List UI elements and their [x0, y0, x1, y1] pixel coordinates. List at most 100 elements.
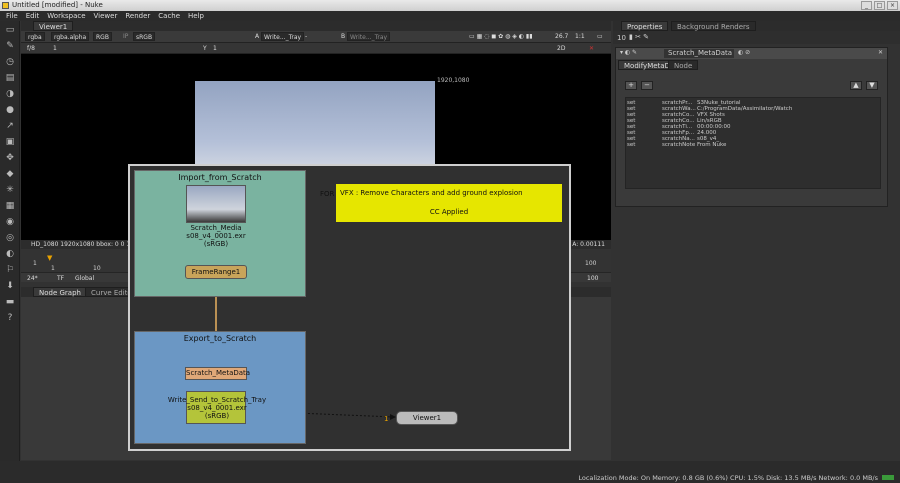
- remove-row-button[interactable]: −: [641, 81, 653, 90]
- playhead-icon[interactable]: ▼: [47, 254, 52, 262]
- viewer-controls-bottom: f/8 1 Y 1 2D ✕: [21, 43, 611, 54]
- tab-node[interactable]: Node: [668, 60, 699, 70]
- node-header-icons[interactable]: ▾ ◐ ✎: [620, 49, 637, 56]
- toolsets-tool-icon[interactable]: ◐: [4, 248, 16, 260]
- input-b-select[interactable]: Write..._Tray: [347, 32, 391, 41]
- sticky-note-line1: VFX : Remove Characters and add ground e…: [340, 189, 523, 197]
- plugins-tool-icon[interactable]: ▬: [4, 296, 16, 308]
- image-tool-icon[interactable]: ▭: [4, 24, 16, 36]
- menu-file[interactable]: File: [6, 11, 18, 21]
- tab-viewer1[interactable]: Viewer1: [33, 21, 74, 31]
- 3d-tool-icon[interactable]: ◆: [4, 168, 16, 180]
- viewer-lut-select[interactable]: sRGB: [133, 32, 156, 41]
- other-tool-icon[interactable]: ⚐: [4, 264, 16, 276]
- keyer-tool-icon[interactable]: ↗: [4, 120, 16, 132]
- nuke-logo-icon: [2, 2, 9, 9]
- frame-end-a[interactable]: 100: [585, 260, 596, 267]
- node-graph-zoom[interactable]: Import_from_Scratch Export_to_Scratch Sc…: [128, 164, 571, 451]
- metadata-row[interactable]: set scratchNote From Nuke: [627, 142, 879, 148]
- color-tool-icon[interactable]: ◑: [4, 88, 16, 100]
- read-node-scratch-media[interactable]: Scratch_Media s08_v4_0001.exr (sRGB): [186, 185, 246, 253]
- input-a-label: A: [255, 33, 260, 40]
- compare-mode-select[interactable]: -: [303, 32, 309, 41]
- properties-tools-icons[interactable]: ▮ ✂ ✎: [629, 33, 649, 41]
- pixel-info: A: 0.00111: [572, 241, 605, 248]
- title-bar: Untitled [modified] - Nuke: [0, 0, 900, 11]
- move-up-button[interactable]: ▲: [850, 81, 862, 90]
- time-tool-icon[interactable]: ◷: [4, 56, 16, 68]
- max-panels-value[interactable]: 10: [617, 34, 626, 42]
- menu-edit[interactable]: Edit: [26, 11, 40, 21]
- metadata-table[interactable]: set scratchPr... S3Nuke_tutorial set scratch…: [625, 97, 881, 189]
- channel-tool-icon[interactable]: ▤: [4, 72, 16, 84]
- draw-tool-icon[interactable]: ✎: [4, 40, 16, 52]
- window-controls: _ □ ×: [861, 1, 898, 10]
- ratio-select[interactable]: 1:1: [573, 32, 587, 41]
- channels-select[interactable]: rgba: [25, 32, 45, 41]
- menu-render[interactable]: Render: [125, 11, 150, 21]
- viewer-close-icon[interactable]: ✕: [587, 44, 596, 53]
- tab-node-graph[interactable]: Node Graph: [33, 287, 87, 297]
- merge-tool-icon[interactable]: ▣: [4, 136, 16, 148]
- move-down-button[interactable]: ▼: [866, 81, 878, 90]
- menu-cache[interactable]: Cache: [158, 11, 180, 21]
- add-row-button[interactable]: +: [625, 81, 637, 90]
- particles-tool-icon[interactable]: ✳: [4, 184, 16, 196]
- range-select[interactable]: Global: [73, 274, 96, 283]
- node-toolbar: ▭ ✎ ◷ ▤ ◑ ● ↗ ▣ ✥ ◆ ✳ ▦ ◉ ◎ ◐ ⚐ ⬇ ▬ ?: [0, 21, 20, 461]
- read-node-thumbnail: [186, 185, 246, 223]
- metadata-tool-icon[interactable]: ◉: [4, 216, 16, 228]
- viewer1-node[interactable]: Viewer1: [396, 411, 458, 425]
- display-channel-select[interactable]: RGB: [93, 32, 112, 41]
- menu-viewer[interactable]: Viewer: [94, 11, 118, 21]
- read-node-file: s08_v4_0001.exr: [186, 232, 246, 240]
- viewer-controls-top: rgba rgba.alpha RGB IP sRGB A Write..._T…: [21, 31, 611, 43]
- transform-tool-icon[interactable]: ✥: [4, 152, 16, 164]
- node-header-buttons[interactable]: ◐ ⊘: [738, 49, 750, 56]
- filter-tool-icon[interactable]: ●: [4, 104, 16, 116]
- viewer-tab-bar: Viewer1: [21, 21, 611, 31]
- tf-select[interactable]: TF: [55, 274, 66, 283]
- metadata-node[interactable]: Scratch_MetaData: [185, 367, 250, 380]
- minimize-icon[interactable]: _: [861, 1, 872, 10]
- status-bar: Localization Mode: On Memory: 0.8 GB (0.…: [0, 461, 900, 483]
- properties-toolbar: 10 ▮ ✂ ✎: [613, 31, 900, 44]
- menu-workspace[interactable]: Workspace: [47, 11, 85, 21]
- gamma-value[interactable]: 1: [211, 44, 219, 53]
- views-tool-icon[interactable]: ◎: [4, 232, 16, 244]
- frame-end-b[interactable]: 100: [585, 274, 600, 283]
- node-name-field[interactable]: Scratch_MetaData: [664, 49, 734, 58]
- maximize-icon[interactable]: □: [874, 1, 885, 10]
- tab-background-renders[interactable]: Background Renders: [671, 21, 756, 31]
- panel-close-icon[interactable]: ✕: [878, 49, 883, 56]
- properties-panel: ▾ ◐ ✎ Scratch_MetaData ◐ ⊘ ✕ ModifyMetaD…: [615, 47, 888, 207]
- fps-select[interactable]: 24*: [25, 274, 40, 283]
- tick-label-10: 10: [93, 265, 101, 272]
- alpha-channel-select[interactable]: rgba.alpha: [51, 32, 90, 41]
- input-a-select[interactable]: Write..._Tray: [261, 32, 305, 41]
- viewer-icons[interactable]: ▭ ▦ ◌ ◼ ✿ ◍ ◈ ◐ ▮▮: [467, 32, 535, 41]
- read-node-label: Scratch_Media s08_v4_0001.exr (sRGB): [172, 224, 260, 248]
- fstop-label[interactable]: f/8: [25, 44, 37, 53]
- close-icon[interactable]: ×: [887, 1, 898, 10]
- write-node-file: s08_v4_0001.exr: [187, 404, 247, 412]
- zoom-select[interactable]: 26.7: [553, 32, 570, 41]
- menu-bar: File Edit Workspace Viewer Render Cache …: [0, 11, 900, 21]
- view-mode-select[interactable]: 2D: [555, 44, 567, 53]
- viewer-input-number: 1: [384, 415, 389, 423]
- gain-value[interactable]: 1: [51, 44, 59, 53]
- help-tool-icon[interactable]: ?: [4, 312, 16, 324]
- ip-toggle[interactable]: IP: [121, 32, 130, 41]
- format-label: 1920,1080: [437, 77, 470, 84]
- menu-help[interactable]: Help: [188, 11, 204, 21]
- ofx-tool-icon[interactable]: ⬇: [4, 280, 16, 292]
- viewer-settings-icon[interactable]: ▭: [595, 32, 605, 41]
- write-node-label: Write_Send_to_Scratch_Tray s08_v4_0001.e…: [144, 396, 290, 420]
- backdrop-export-to-scratch[interactable]: Export_to_Scratch: [134, 331, 306, 444]
- tick-label-1: 1: [51, 265, 55, 272]
- deep-tool-icon[interactable]: ▦: [4, 200, 16, 212]
- tab-properties[interactable]: Properties: [621, 21, 669, 31]
- framerange-node[interactable]: FrameRange1: [185, 265, 247, 279]
- sticky-note[interactable]: VFX : Remove Characters and add ground e…: [336, 184, 562, 222]
- format-info: HD_1080 1920x1080 bbox: 0 0 19: [31, 241, 134, 248]
